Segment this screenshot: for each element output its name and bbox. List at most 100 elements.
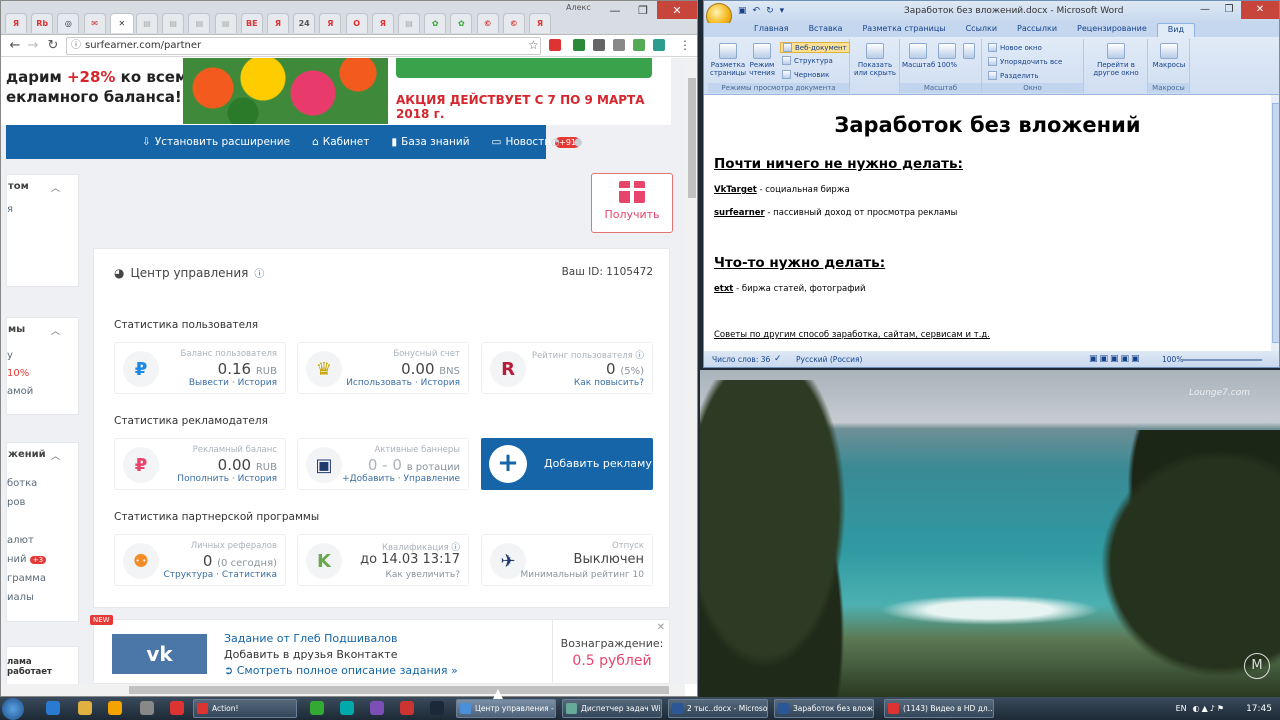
switch-window-button[interactable]: Перейти в другое окно [1088, 43, 1144, 77]
statistics-link[interactable]: Статистика [222, 570, 277, 580]
browser-tab[interactable]: Rb [31, 13, 54, 33]
macros-button[interactable]: Макросы [1150, 43, 1188, 69]
folder-icon[interactable] [78, 701, 92, 715]
reload-button[interactable]: ↻ [45, 38, 61, 53]
start-button[interactable] [2, 698, 24, 720]
sidebar-item[interactable]: алют [7, 535, 34, 546]
zoom-100-button[interactable]: 100% [936, 43, 958, 69]
browser-tab[interactable]: ▤ [188, 13, 211, 33]
history-link[interactable]: История [238, 474, 277, 484]
sidebar-item[interactable]: ботка [7, 478, 37, 489]
help-icon[interactable]: ⓘ [254, 265, 264, 280]
maximize-button[interactable]: ❐ [1217, 1, 1241, 19]
tab-close-active[interactable]: ✕ [109, 13, 134, 33]
bookmark-star-icon[interactable]: ☆ [528, 38, 539, 52]
url-input[interactable]: ⓘ surfearner.com/partner [66, 37, 541, 55]
nav-knowledge-base[interactable]: ▮ База знаний [391, 136, 469, 148]
taskbar-item[interactable]: Центр управления - ... [456, 699, 556, 718]
camera-ext-icon[interactable] [593, 39, 605, 51]
word-count[interactable]: Число слов: 36 [712, 355, 770, 364]
close-button[interactable]: ✕ [1241, 1, 1279, 19]
print-layout-button[interactable]: Разметка страницы [710, 43, 746, 77]
sidebar-item[interactable]: я [7, 204, 13, 215]
browser-tab[interactable]: O [345, 13, 368, 33]
browser-tab[interactable]: Я [5, 13, 27, 33]
browser-tab[interactable]: ✿ [450, 13, 473, 33]
manage-link[interactable]: Управление [404, 474, 460, 484]
how-to-increase-link[interactable]: Как увеличить? [386, 570, 460, 580]
media-icon[interactable] [108, 701, 122, 715]
task-details-link[interactable]: ➲ Смотреть полное описание задания » [224, 664, 458, 677]
ribbon-tab-6[interactable]: Вид [1156, 23, 1195, 37]
sidebar-item[interactable]: ров [7, 497, 25, 508]
taskbar-item[interactable]: (1143) Видео в HD дл... [884, 699, 994, 718]
top-up-link[interactable]: Пополнить [177, 474, 229, 484]
browser-tab[interactable]: ▤ [162, 13, 185, 33]
sidebar-item[interactable]: амой [7, 386, 33, 397]
save-icon[interactable]: ▣ [738, 6, 747, 16]
sidebar-item[interactable]: ний +3 [7, 554, 47, 565]
sidebar-heading-1[interactable]: том ︿ [7, 175, 78, 194]
menu-dots-icon[interactable]: ⋮ [679, 38, 691, 52]
zoom-slider[interactable] [1182, 359, 1262, 361]
zoom-level[interactable]: 100% [1162, 355, 1183, 364]
show-hide-button[interactable]: Показать или скрыть [852, 43, 898, 77]
skype-icon[interactable] [340, 701, 354, 715]
ribbon-tab-3[interactable]: Ссылки [956, 23, 1007, 37]
close-icon[interactable]: ✕ [657, 622, 665, 633]
browser-tab[interactable]: ◎ [57, 13, 80, 33]
structure-link[interactable]: Структура [163, 570, 213, 580]
adblock-ext-icon[interactable] [549, 39, 561, 51]
tray-icons[interactable]: ◐▲♪⚑ [1193, 704, 1226, 713]
page-width-button[interactable] [960, 43, 978, 61]
ribbon-tab-0[interactable]: Главная [744, 23, 799, 37]
sidebar-item[interactable]: 10% [7, 368, 29, 379]
browser-tab[interactable]: BE [240, 13, 263, 33]
browser-tab[interactable]: Я [267, 13, 289, 33]
surf-ext-icon[interactable] [653, 39, 665, 51]
doc-scrollbar[interactable] [1271, 95, 1279, 351]
desktop-icon[interactable] [140, 701, 154, 715]
add-banner-link[interactable]: +Добавить [342, 474, 395, 484]
use-link[interactable]: Использовать [346, 378, 412, 388]
profile-name[interactable]: Алекс [566, 3, 591, 12]
browser-tab[interactable]: 24 [293, 13, 316, 33]
sidebar-ad-label[interactable]: лама работает [7, 657, 78, 677]
language-indicator[interactable]: EN [1176, 704, 1187, 713]
sidebar-heading-2[interactable]: мы ︿ [7, 318, 78, 337]
promo-banner[interactable]: дарим +28% ко всем екламного баланса! АК… [1, 58, 671, 125]
web-layout-button[interactable]: Веб-документ [780, 42, 850, 53]
forward-button[interactable]: → [25, 38, 41, 53]
browser-tab[interactable]: ▤ [136, 13, 158, 33]
ribbon-tab-4[interactable]: Рассылки [1007, 23, 1067, 37]
get-reward-button[interactable]: Получить [591, 173, 673, 233]
browser-tab[interactable]: © [476, 13, 499, 33]
redo-icon[interactable]: ↻ [766, 6, 774, 16]
browser-tab[interactable]: Я [319, 13, 342, 33]
withdraw-link[interactable]: Вывести [189, 378, 229, 388]
vivaldi-icon[interactable] [400, 701, 414, 715]
add-ad-button[interactable]: + Добавить рекламу [481, 438, 653, 490]
taskbar-item[interactable]: Заработок без влож... [774, 699, 874, 718]
vertical-scrollbar[interactable] [685, 58, 697, 684]
browser-tab[interactable]: ✿ [424, 13, 447, 33]
browser-tab[interactable]: © [502, 13, 525, 33]
undo-icon[interactable]: ↶ [753, 6, 761, 16]
ie-icon[interactable] [46, 701, 60, 715]
browser-tab[interactable]: ✉ [83, 13, 106, 33]
horizontal-scrollbar[interactable] [1, 684, 685, 696]
task-author-link[interactable]: Задание от Глеб Подшивалов [224, 632, 397, 645]
sidebar-item[interactable]: иалы [7, 592, 34, 603]
document-page[interactable]: Заработок без вложений Почти ничего не н… [704, 95, 1271, 351]
zoom-button[interactable]: Масштаб [902, 43, 935, 69]
history-link[interactable]: История [238, 378, 277, 388]
view-buttons[interactable]: ▣▣▣▣▣ [1089, 354, 1142, 364]
minimize-button[interactable]: — [1193, 1, 1217, 19]
extension-icon[interactable] [573, 39, 585, 51]
grid-ext-icon[interactable] [613, 39, 625, 51]
browser-tab[interactable]: Я [529, 13, 551, 33]
ribbon-tab-1[interactable]: Вставка [799, 23, 853, 37]
browser-tab[interactable]: ▤ [398, 13, 420, 33]
taskbar-item[interactable]: Action! [193, 699, 297, 718]
outline-button[interactable]: Структура [782, 56, 833, 65]
